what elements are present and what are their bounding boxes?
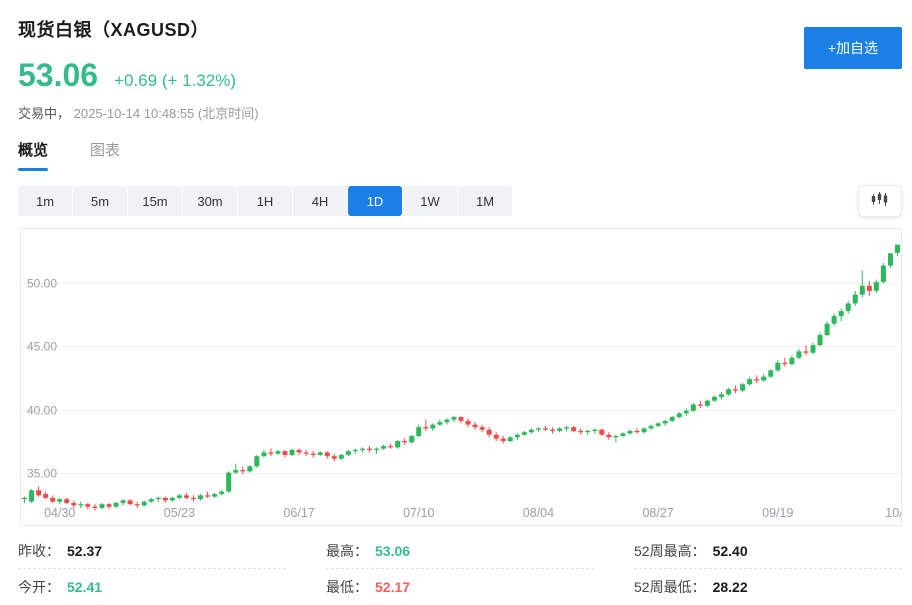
timeframe-1m-month[interactable]: 1M [458, 186, 512, 216]
candlestick-chart[interactable]: 50.00 45.00 40.00 35.00 04/30 05/23 06/17 07/10… [21, 229, 901, 525]
stat-low: 最低： 52.17 [326, 569, 594, 605]
svg-text:05/23: 05/23 [164, 506, 195, 520]
timeframe-1d[interactable]: 1D [348, 186, 402, 216]
timeframe-group: 1m 5m 15m 30m 1H 4H 1D 1W 1M [18, 186, 512, 216]
svg-text:45.00: 45.00 [27, 340, 57, 354]
instrument-header: 现货白银（XAGUSD） +加自选 53.06 +0.69 (+ 1.32%) … [0, 0, 912, 122]
svg-text:50.00: 50.00 [27, 277, 57, 291]
tab-overview[interactable]: 概览 [18, 139, 48, 171]
svg-text:08/04: 08/04 [523, 506, 554, 520]
add-to-watchlist-button[interactable]: +加自选 [804, 27, 902, 69]
price-change: +0.69 (+ 1.32%) [114, 71, 236, 91]
svg-text:10/1: 10/1 [885, 506, 901, 520]
view-tabs: 概览 图表 [0, 139, 912, 172]
stat-52w-high: 52周最高： 52.40 [634, 533, 902, 569]
market-status: 交易中， [18, 106, 70, 121]
stat-52w-low: 52周最低： 28.22 [634, 569, 902, 605]
stat-high: 最高： 53.06 [326, 533, 594, 569]
timeframe-5m[interactable]: 5m [73, 186, 127, 216]
svg-text:35.00: 35.00 [27, 467, 57, 481]
quote-timestamp: 2025-10-14 10:48:55 (北京时间) [74, 106, 259, 121]
chart-toolbar: 1m 5m 15m 30m 1H 4H 1D 1W 1M [0, 185, 912, 217]
timeframe-1m[interactable]: 1m [18, 186, 72, 216]
chart-style-button[interactable] [858, 185, 902, 217]
price-chart-panel: 50.00 45.00 40.00 35.00 04/30 05/23 06/17 07/10… [20, 228, 902, 526]
svg-text:09/19: 09/19 [762, 506, 793, 520]
price-row: 53.06 +0.69 (+ 1.32%) [18, 57, 902, 94]
svg-text:08/27: 08/27 [642, 506, 673, 520]
stat-open: 今开： 52.41 [18, 569, 286, 605]
candlestick-icon [870, 191, 890, 211]
tab-chart[interactable]: 图表 [90, 139, 120, 171]
timeframe-4h[interactable]: 4H [293, 186, 347, 216]
quote-stats: 昨收： 52.37 最高： 53.06 52周最高： 52.40 今开： 52.… [0, 526, 912, 605]
svg-text:07/10: 07/10 [403, 506, 434, 520]
page-title: 现货白银（XAGUSD） [18, 16, 902, 42]
market-status-row: 交易中， 2025-10-14 10:48:55 (北京时间) [18, 103, 902, 122]
timeframe-15m[interactable]: 15m [128, 186, 182, 216]
timeframe-30m[interactable]: 30m [183, 186, 237, 216]
stat-prev-close: 昨收： 52.37 [18, 533, 286, 569]
timeframe-1w[interactable]: 1W [403, 186, 457, 216]
last-price: 53.06 [18, 57, 98, 94]
svg-text:06/17: 06/17 [283, 506, 314, 520]
timeframe-1h[interactable]: 1H [238, 186, 292, 216]
svg-text:40.00: 40.00 [27, 404, 57, 418]
svg-text:04/30: 04/30 [44, 506, 75, 520]
